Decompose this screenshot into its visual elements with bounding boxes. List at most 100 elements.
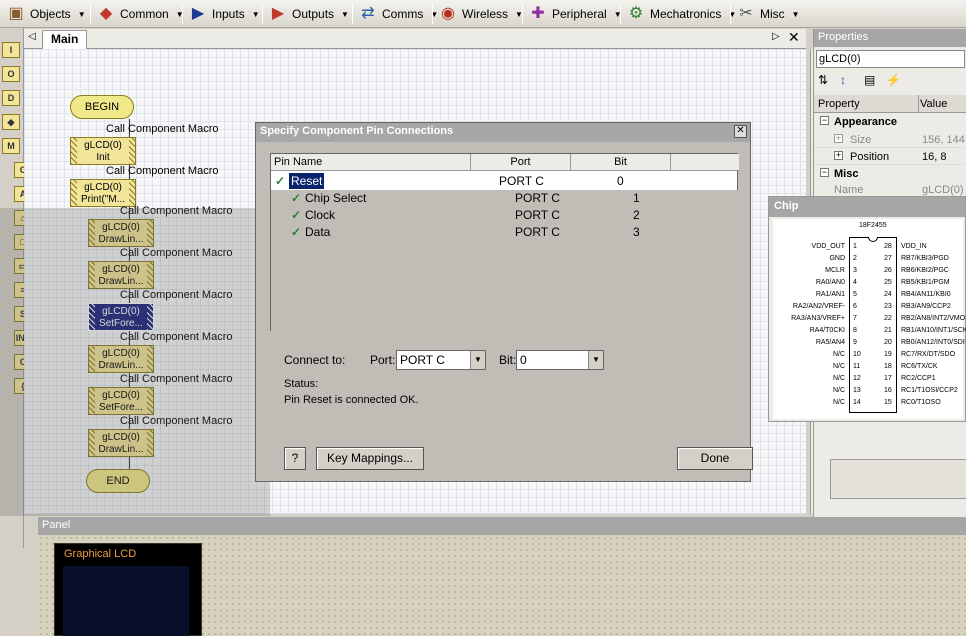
group-misc[interactable]: − Misc (814, 166, 966, 183)
palette-icon-1[interactable]: O (2, 66, 20, 82)
collapse-icon[interactable]: − (820, 168, 829, 177)
sort-category-icon[interactable]: ↕ (840, 73, 846, 87)
prop-name-value[interactable]: gLCD(0) (922, 184, 964, 196)
dropdown-arrow-icon[interactable]: ▼ (341, 10, 349, 19)
port-select[interactable]: PORT C ▼ (396, 350, 486, 370)
tab-main[interactable]: Main (42, 30, 88, 49)
chip-pin-right: RC7/RX/DT/SDO (901, 351, 956, 358)
chip-pin-left: RA4/T0CKI (809, 327, 845, 334)
chip-pin-left: VDD_OUT (811, 243, 845, 250)
macro-function: Init (96, 152, 110, 163)
pin-name: Clock (305, 208, 336, 222)
pin-number: 5 (853, 291, 857, 298)
pages-icon[interactable]: ▤ (864, 73, 875, 87)
events-icon[interactable]: ⚡ (886, 73, 901, 87)
dropdown-arrow-icon[interactable]: ▼ (252, 10, 260, 19)
col-property: Property (818, 98, 860, 110)
tab-scroll-right-icon[interactable]: ▷ (772, 31, 780, 42)
expand-icon[interactable]: + (834, 134, 843, 143)
pin-number: 22 (884, 315, 892, 322)
toolbar-comms-button[interactable]: ⇄ Comms ▼ (358, 3, 438, 25)
help-button[interactable]: ? (284, 447, 306, 470)
toolbar-peripheral-button[interactable]: ✚ Peripheral ▼ (528, 3, 621, 25)
pin-row-data[interactable]: ✓ Data PORT C 3 (271, 224, 739, 241)
pin-ok-icon: ✓ (291, 208, 302, 222)
chip-pin-right: RB1/AN10/INT1/SCK (901, 327, 966, 334)
tab-scroll-left-icon[interactable]: ◁ (28, 31, 36, 42)
pin-connections-dialog: Specify Component Pin Connections ✕ Pin … (255, 122, 753, 482)
toolbar-objects-button[interactable]: ▣ Objects ▼ (6, 3, 86, 25)
chip-pin-right: RB7/KBI3/PGD (901, 255, 949, 262)
toolbar-common-button[interactable]: ◆ Common ▼ (96, 3, 184, 25)
chip-pin-left: MCLR (825, 267, 845, 274)
bit-select[interactable]: 0 ▼ (516, 350, 604, 370)
begin-terminal[interactable]: BEGIN (70, 95, 134, 119)
toolbar-wireless-button[interactable]: ◉ Wireless ▼ (438, 3, 523, 25)
chip-pin-left: N/C (832, 375, 845, 382)
pin-name: Chip Select (305, 191, 367, 205)
chip-pin-left: N/C (832, 351, 845, 358)
palette-icon-2[interactable]: D (2, 90, 20, 106)
col-pin-name[interactable]: Pin Name (271, 154, 471, 171)
palette-icon-4[interactable]: M (2, 138, 20, 154)
peripheral-icon: ✚ (531, 5, 545, 22)
pin-row-clock[interactable]: ✓ Clock PORT C 2 (271, 207, 739, 224)
panel-title: Panel (38, 517, 966, 535)
property-description (830, 459, 966, 499)
pin-number: 1 (853, 243, 857, 250)
expand-icon[interactable]: + (834, 151, 843, 160)
collapse-icon[interactable]: − (820, 116, 829, 125)
toolbar-misc-button[interactable]: ✂ Misc ▼ (736, 3, 800, 25)
toolbar-outputs-button[interactable]: ▶ Outputs ▼ (268, 3, 349, 25)
key-mappings-button[interactable]: Key Mappings... (316, 447, 424, 470)
pin-number: 21 (884, 327, 892, 334)
toolbar-mechatronics-button[interactable]: ⚙ Mechatronics ▼ (626, 3, 736, 25)
object-selector[interactable]: gLCD(0) (816, 50, 965, 68)
sort-alpha-icon[interactable]: ⇅ (818, 73, 828, 87)
toolbar-label: Common (120, 7, 169, 21)
palette-icon-3[interactable]: ◆ (2, 114, 20, 130)
chip-diagram: 18F2455 VDD_OUT 1 28 VDD_IN GND 2 27 RB7/KBI3/P… (773, 219, 966, 419)
prop-position-value[interactable]: 16, 8 (922, 151, 946, 163)
status-text: Pin Reset is connected OK. (284, 394, 419, 406)
pin-number: 4 (853, 279, 857, 286)
pin-row-reset[interactable]: ✓ Reset PORT C 0 (271, 173, 739, 190)
col-bit[interactable]: Bit (571, 154, 671, 171)
wireless-icon: ◉ (441, 5, 455, 22)
bit-label: Bit: (499, 353, 517, 367)
dialog-title: Specify Component Pin Connections (256, 123, 750, 142)
close-icon[interactable]: ✕ (734, 125, 747, 138)
pin-number: 15 (884, 399, 892, 406)
pin-number: 10 (853, 351, 861, 358)
pin-row-chip-select[interactable]: ✓ Chip Select PORT C 1 (271, 190, 739, 207)
pin-table: Pin Name Port Bit ✓ Reset PORT C 0 ✓ Chip Sel… (270, 153, 739, 331)
background-shade (0, 208, 270, 516)
pin-number: 8 (853, 327, 857, 334)
port-label: Port: (370, 353, 396, 367)
macro-block[interactable]: gLCD(0) Print("M... (70, 179, 136, 207)
chevron-down-icon[interactable]: ▼ (588, 351, 603, 369)
chip-title: Chip (769, 197, 965, 217)
palette-icon-0[interactable]: I (2, 42, 20, 58)
toolbar-inputs-button[interactable]: ▶ Inputs ▼ (188, 3, 260, 25)
pin-number: 26 (884, 267, 892, 274)
prop-size-value[interactable]: 156, 144 (922, 134, 965, 146)
chip-pin-right: RB0/AN12/INT0/SDI (901, 339, 965, 346)
group-appearance[interactable]: − Appearance (814, 114, 966, 131)
col-port[interactable]: Port (471, 154, 571, 171)
graphical-lcd[interactable]: Graphical LCD (54, 543, 202, 636)
dropdown-arrow-icon[interactable]: ▼ (78, 10, 86, 19)
pin-port: PORT C (515, 208, 560, 222)
pin-port: PORT C (515, 225, 560, 239)
toolbar-label: Misc (760, 7, 785, 21)
pin-ok-icon: ✓ (275, 174, 286, 188)
done-button[interactable]: Done (677, 447, 753, 470)
dropdown-arrow-icon[interactable]: ▼ (792, 10, 800, 19)
pin-number: 24 (884, 291, 892, 298)
pin-number: 2 (853, 255, 857, 262)
pin-port: PORT C (515, 191, 560, 205)
close-tab-icon[interactable]: ✕ (788, 29, 800, 46)
chevron-down-icon[interactable]: ▼ (470, 351, 485, 369)
common-icon: ◆ (99, 5, 113, 22)
macro-block[interactable]: gLCD(0) Init (70, 137, 136, 165)
